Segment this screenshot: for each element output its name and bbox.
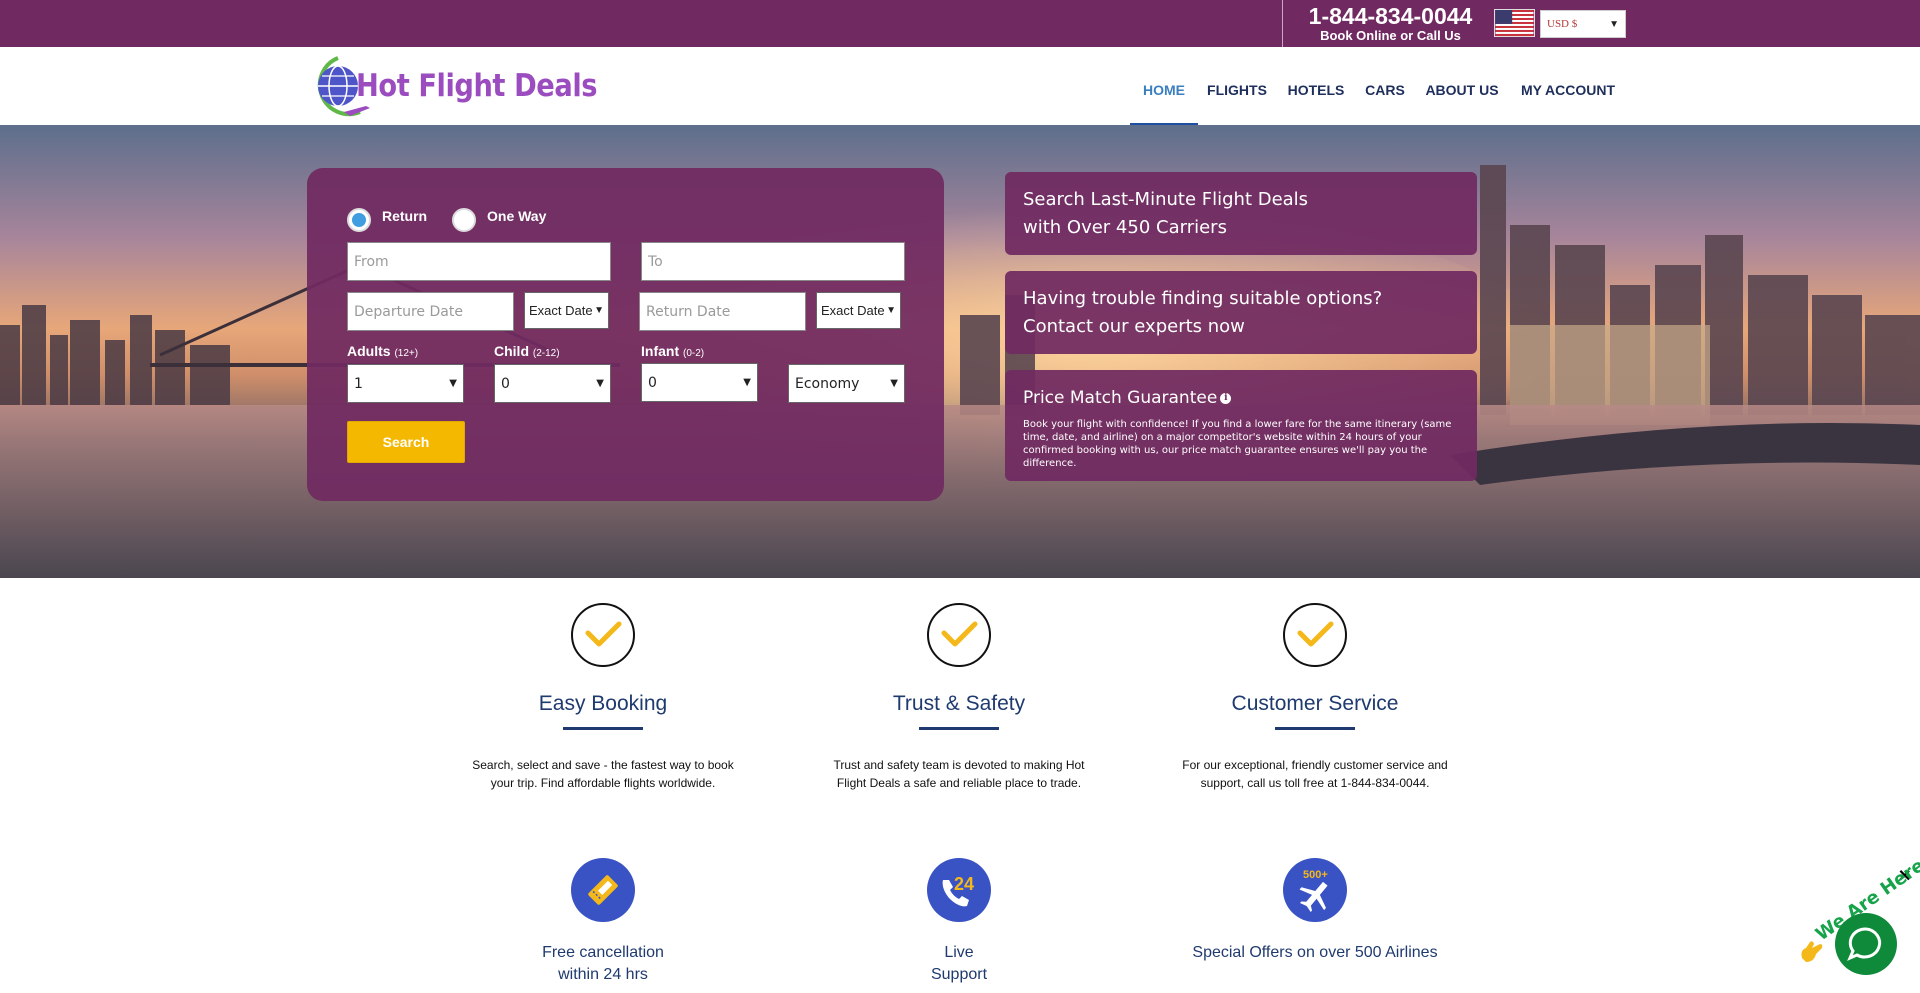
brand-name: Hot Flight Deals: [356, 68, 598, 104]
chevron-down-icon: ▼: [596, 378, 604, 389]
info-contact-line2: Contact our experts now: [1023, 316, 1245, 337]
phone-24-icon: 24: [927, 858, 991, 922]
return-date-flex-select[interactable]: Exact Date ▼: [816, 292, 901, 329]
airplane-500-badge: 500+: [1303, 869, 1328, 881]
info-box-contact-experts[interactable]: Having trouble finding suitable options?…: [1005, 271, 1477, 354]
chevron-down-icon: ▼: [594, 305, 604, 316]
check-icon: [571, 603, 635, 667]
nav-hotels[interactable]: HOTELS: [1283, 47, 1349, 125]
adults-value: 1: [354, 375, 363, 392]
cabin-select[interactable]: Economy ▼: [788, 364, 905, 403]
adults-select[interactable]: 1 ▼: [347, 364, 464, 403]
check-icon: [927, 603, 991, 667]
main-header: Hot Flight Deals HOME FLIGHTS HOTELS CAR…: [0, 47, 1920, 125]
feature-title-trust-safety: Trust & Safety: [892, 692, 1026, 715]
return-date-flex-value: Exact Date: [821, 303, 885, 318]
perk-live-support-line1: Live: [944, 944, 974, 961]
label-return[interactable]: Return: [382, 208, 427, 224]
child-select[interactable]: 0 ▼: [494, 364, 611, 403]
city-skyline-image: [0, 165, 1920, 578]
title-underline: [1275, 727, 1355, 730]
info-box-carriers: Search Last-Minute Flight Deals with Ove…: [1005, 172, 1477, 255]
cabin-value: Economy: [795, 375, 860, 392]
departure-date-flex-value: Exact Date: [529, 303, 593, 318]
info-box-price-match: Price Match Guarantee i Book your flight …: [1005, 370, 1477, 481]
chevron-down-icon: ▼: [890, 378, 898, 389]
adults-hint: (12+): [394, 348, 419, 359]
child-value: 0: [501, 375, 510, 392]
price-match-text: Book your flight with confidence! If you…: [1023, 419, 1452, 469]
waving-hand-icon: [1801, 941, 1823, 962]
radio-one-way[interactable]: [452, 208, 476, 232]
nav-cars[interactable]: CARS: [1360, 47, 1410, 125]
nav-flights[interactable]: FLIGHTS: [1203, 47, 1271, 125]
feature-title-easy-booking: Easy Booking: [538, 692, 668, 715]
perk-free-cancellation: Free cancellation within 24 hrs: [453, 942, 753, 986]
perk-live-support: Live Support: [809, 942, 1109, 986]
perk-special-offers-line1: Special Offers on over 500 Airlines: [1192, 944, 1438, 961]
feature-text-easy-booking: Search, select and save - the fastest wa…: [472, 758, 734, 790]
phone-number[interactable]: 1-844-834-0044: [1283, 3, 1498, 29]
chat-bubble-icon: [1847, 927, 1882, 961]
departure-date-flex-select[interactable]: Exact Date ▼: [524, 292, 609, 329]
from-input[interactable]: From: [347, 242, 611, 281]
chevron-down-icon: ▼: [886, 305, 896, 316]
ticket-icon: [571, 858, 635, 922]
price-match-title: Price Match Guarantee i: [1023, 384, 1459, 412]
perk-free-cancellation-line2: within 24 hrs: [558, 966, 648, 983]
return-date-input[interactable]: Return Date: [639, 292, 806, 331]
currency-value: USD $: [1547, 18, 1578, 30]
logo[interactable]: Hot Flight Deals: [310, 54, 597, 120]
child-hint: (2-12): [532, 348, 560, 359]
perk-free-cancellation-line1: Free cancellation: [542, 944, 664, 961]
to-input[interactable]: To: [641, 242, 905, 281]
price-match-title-text: Price Match Guarantee: [1023, 388, 1218, 408]
chevron-down-icon: ▼: [743, 377, 751, 388]
label-one-way[interactable]: One Way: [487, 208, 546, 224]
top-bar: 1-844-834-0044 Book Online or Call Us US…: [0, 0, 1920, 47]
check-icon: [1283, 603, 1347, 667]
infant-label-text: Infant: [641, 343, 680, 359]
nav-about-us[interactable]: ABOUT US: [1420, 47, 1504, 125]
currency-select[interactable]: USD $ ▼: [1540, 10, 1626, 38]
feature-text-trust-safety: Trust and safety team is devoted to maki…: [833, 758, 1085, 790]
chevron-down-icon: ▼: [449, 378, 457, 389]
chevron-down-icon: ▼: [1609, 18, 1619, 30]
feature-text-customer-service: For our exceptional, friendly customer s…: [1182, 758, 1448, 790]
title-underline: [919, 727, 999, 730]
flight-search-form: Return One Way From To Departure Date Ex…: [307, 168, 944, 501]
info-carriers-line2: with Over 450 Carriers: [1023, 217, 1227, 238]
info-contact-line1: Having trouble finding suitable options?: [1023, 288, 1383, 309]
feature-title-customer-service: Customer Service: [1231, 692, 1399, 715]
adults-label-text: Adults: [347, 343, 391, 359]
nav-home[interactable]: HOME: [1130, 47, 1198, 125]
airplane-500-icon: 500+: [1283, 858, 1347, 922]
us-flag-icon[interactable]: [1494, 9, 1535, 37]
hero-banner: Return One Way From To Departure Date Ex…: [0, 125, 1920, 578]
infant-select[interactable]: 0 ▼: [641, 363, 758, 402]
info-icon[interactable]: i: [1220, 392, 1232, 404]
title-underline: [563, 727, 643, 730]
nav-my-account[interactable]: MY ACCOUNT: [1516, 47, 1620, 125]
departure-date-input[interactable]: Departure Date: [347, 292, 514, 331]
infant-hint: (0-2): [683, 348, 705, 359]
chat-launcher-button[interactable]: [1835, 913, 1897, 975]
child-label: Child (2-12): [494, 343, 560, 359]
infant-value: 0: [648, 374, 657, 391]
search-button[interactable]: Search: [347, 421, 465, 463]
phone-block[interactable]: 1-844-834-0044 Book Online or Call Us: [1282, 0, 1498, 47]
phone-24-badge: 24: [954, 874, 974, 894]
adults-label: Adults (12+): [347, 343, 418, 359]
child-label-text: Child: [494, 343, 529, 359]
infant-label: Infant (0-2): [641, 343, 704, 359]
phone-subtitle: Book Online or Call Us: [1320, 28, 1461, 43]
perk-live-support-line2: Support: [930, 966, 988, 983]
info-carriers-line1: Search Last-Minute Flight Deals: [1023, 189, 1309, 210]
perk-special-offers: Special Offers on over 500 Airlines: [1165, 942, 1465, 964]
radio-return[interactable]: [347, 208, 371, 232]
